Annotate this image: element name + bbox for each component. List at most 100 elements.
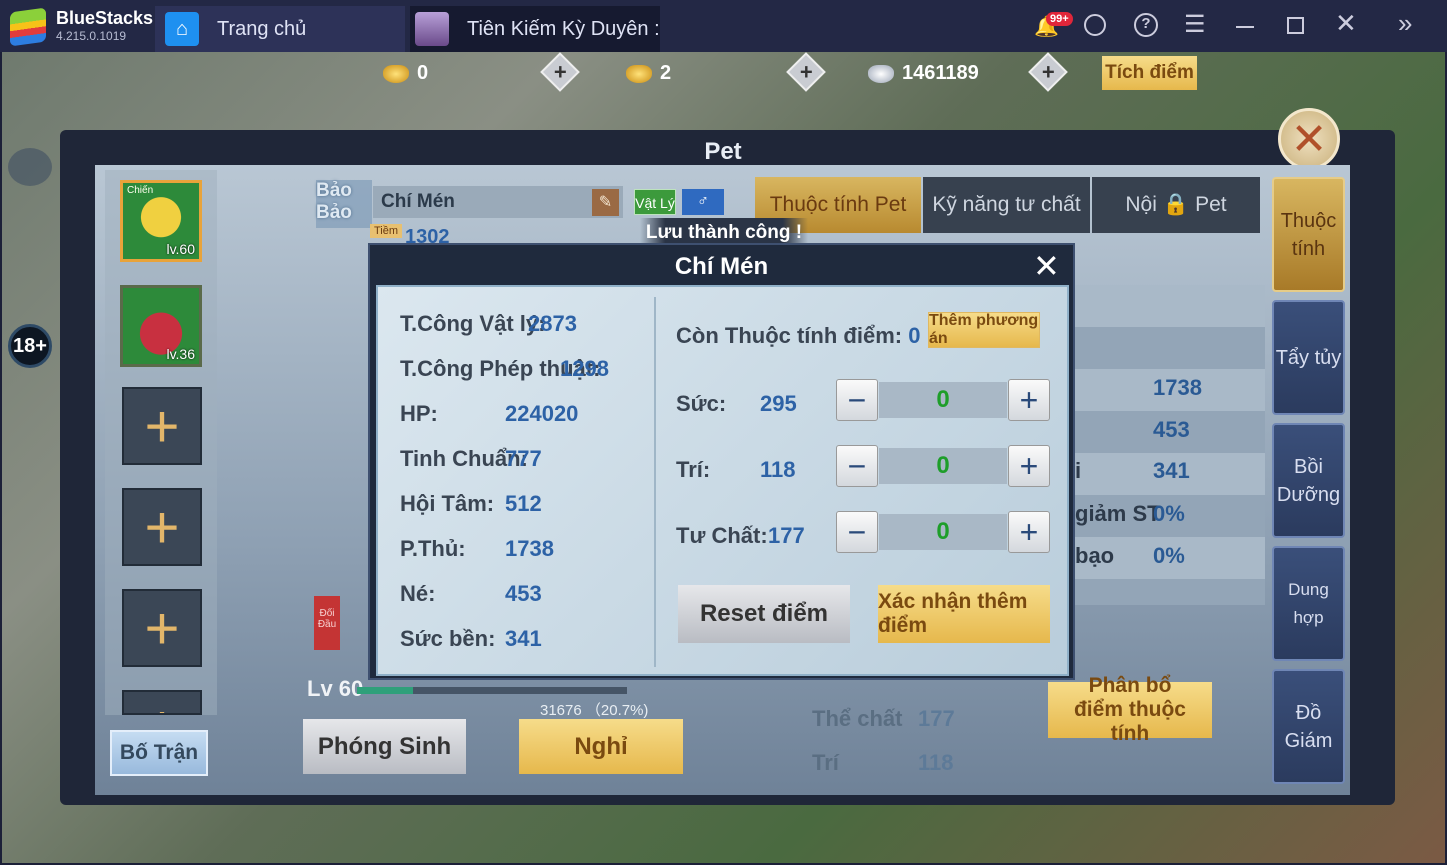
side-tab-nurture[interactable]: Bồi Dưỡng — [1272, 423, 1345, 538]
age-rating-badge: 18+ — [8, 324, 52, 368]
stat-label: P.Thủ: — [400, 536, 466, 561]
attr-label: Tư Chất: — [676, 523, 768, 548]
decrease-button[interactable]: − — [836, 445, 878, 487]
release-button[interactable]: Phóng Sinh — [303, 719, 466, 774]
attr-points-input[interactable]: 0 — [879, 514, 1007, 550]
locked-ingot-icon — [626, 64, 652, 83]
minimize-icon[interactable] — [1236, 26, 1254, 28]
stat-row: T.Công Vật lý: 2873 — [400, 311, 577, 337]
tab-skills[interactable]: Kỹ năng tư chất — [923, 177, 1090, 233]
notification-badge: 99+ — [1046, 12, 1073, 26]
tab-home[interactable]: ⌂ Trang chủ — [155, 6, 405, 52]
allocate-points-button[interactable]: Phân bổ điểm thuộc tính — [1048, 674, 1212, 745]
help-icon[interactable]: ? — [1134, 13, 1158, 37]
pet-rarity-badge: Bảo Bảo — [316, 180, 372, 228]
dialog-divider — [654, 297, 656, 667]
sidebar-toggle-icon[interactable]: » — [1398, 8, 1412, 39]
pet-name-field: Chí Mén — [373, 186, 623, 218]
stat-label: T.Công Vật lý: — [400, 311, 546, 336]
stat-label: Hội Tâm: — [400, 491, 495, 516]
pet-slot-2[interactable]: lv.36 — [120, 285, 202, 367]
panel-close-button[interactable]: ✕ — [1278, 108, 1340, 170]
confirm-points-button[interactable]: Xác nhận thêm điểm — [878, 585, 1050, 643]
decrease-button[interactable]: − — [836, 379, 878, 421]
increase-button[interactable]: + — [1008, 445, 1050, 487]
increase-button[interactable]: + — [1008, 379, 1050, 421]
gold-currency: 0 — [383, 62, 428, 85]
attr-label: Sức: — [676, 391, 727, 416]
stat-value: 1298 — [560, 356, 609, 381]
silver-currency: 1461189 — [868, 62, 979, 85]
stat-value: 224020 — [505, 401, 579, 426]
gold-ingot-icon — [383, 64, 409, 83]
decrease-button[interactable]: − — [836, 511, 878, 553]
app-name: BlueStacks — [56, 8, 154, 28]
pet-level: Lv 60 — [307, 676, 364, 701]
dialog-body: T.Công Vật lý: 2873 T.Công Phép thuật: 1298… — [376, 285, 1069, 676]
bottom-stat-row: Trí 118 — [812, 750, 954, 775]
title-bar: BlueStacks 4.215.0.1019 ⌂ Trang chủ Tiên… — [0, 0, 1447, 52]
stat-value: 777 — [505, 446, 542, 471]
silver-ingot-icon — [868, 64, 894, 83]
tab-inner-pet[interactable]: Nội 🔒 Pet — [1092, 177, 1260, 233]
side-tab-fusion[interactable]: Dung hợp — [1272, 546, 1345, 661]
bluestacks-logo — [10, 7, 46, 47]
stat-label: HP: — [400, 401, 438, 426]
formation-button[interactable]: Bố Trận — [110, 730, 208, 776]
exp-text: 31676 （20.7%) — [540, 702, 649, 719]
stat-value: 341 — [505, 626, 542, 651]
stat-value: 512 — [505, 491, 542, 516]
panel-title: Pet — [704, 138, 742, 165]
empty-pet-slot[interactable]: + — [122, 690, 202, 715]
stat-row: Tinh Chuẩn: 777 — [400, 446, 542, 472]
tab-game[interactable]: Tiên Kiếm Kỳ Duyên : — [410, 6, 660, 52]
dialog-close-button[interactable]: ✕ — [1033, 247, 1060, 285]
stat-value: 453 — [505, 581, 542, 606]
type-tag: Vật Lý — [634, 189, 676, 215]
increase-button[interactable]: + — [1008, 511, 1050, 553]
stat-row: Hội Tâm: 512 — [400, 491, 542, 517]
stat-value: 2873 — [528, 311, 577, 336]
attr-value: 177 — [768, 523, 805, 548]
stat-row: P.Thủ: 1738 — [400, 536, 554, 562]
attr-value: 295 — [760, 391, 797, 416]
exp-bar — [357, 687, 627, 694]
app-version: 4.215.0.1019 — [56, 29, 127, 43]
gender-icon: ♂ — [682, 189, 724, 215]
side-tab-collection[interactable]: Đồ Giám — [1272, 669, 1345, 784]
reset-points-button[interactable]: Reset điểm — [678, 585, 850, 643]
empty-pet-slot[interactable]: + — [122, 589, 202, 667]
close-icon[interactable]: ✕ — [1335, 8, 1357, 39]
stat-label: Sức bền: — [400, 626, 496, 651]
potential-label: Tiềm — [370, 224, 403, 238]
maximize-icon[interactable] — [1287, 17, 1304, 34]
game-icon — [415, 12, 449, 46]
battle-tag: Đối Đầu — [314, 596, 340, 650]
attribute-dialog: Chí Mén ✕ T.Công Vật lý: 2873 T.Công Phép … — [368, 243, 1075, 680]
add-plan-button[interactable]: Thêm phương án — [928, 312, 1040, 348]
side-tab-attributes[interactable]: Thuộc tính — [1272, 177, 1345, 292]
menu-icon[interactable]: ☰ — [1184, 10, 1206, 39]
wifi-icon[interactable] — [8, 148, 52, 186]
locked-gold-currency: 2 — [626, 62, 671, 85]
attr-points-input[interactable]: 0 — [879, 448, 1007, 484]
pet-slot-1[interactable]: Chiến lv.60 — [120, 180, 202, 262]
stat-row: T.Công Phép thuật: 1298 — [400, 356, 609, 382]
rest-button[interactable]: Nghỉ — [519, 719, 683, 774]
attr-value: 118 — [760, 457, 796, 482]
attr-label: Trí: — [676, 457, 711, 482]
empty-pet-slot[interactable]: + — [122, 488, 202, 566]
lock-icon: 🔒 — [1162, 193, 1190, 216]
home-icon: ⌂ — [165, 12, 199, 46]
attr-points-input[interactable]: 0 — [879, 382, 1007, 418]
account-icon[interactable] — [1084, 14, 1106, 36]
points-button[interactable]: Tích điểm — [1102, 56, 1197, 90]
remaining-points: Còn Thuộc tính điểm: 0 — [676, 323, 921, 348]
exp-bar-fill — [357, 687, 413, 694]
stat-row: HP: 224020 — [400, 401, 578, 427]
stat-label: Né: — [400, 581, 436, 606]
rename-pencil-icon[interactable]: ✎ — [592, 189, 619, 216]
side-tab-cleanse[interactable]: Tẩy tủy — [1272, 300, 1345, 415]
dialog-title: Chí Mén — [674, 253, 769, 280]
empty-pet-slot[interactable]: + — [122, 387, 202, 465]
